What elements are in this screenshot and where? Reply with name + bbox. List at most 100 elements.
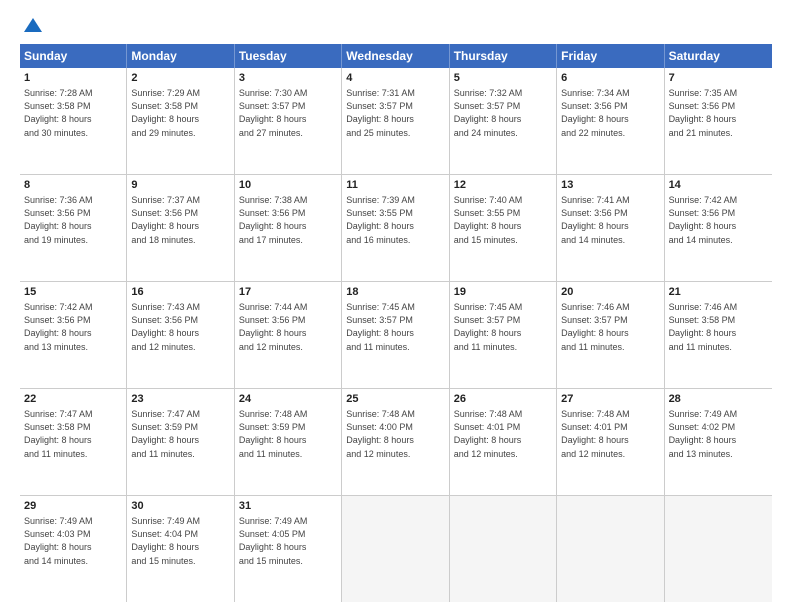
- day-number: 31: [239, 499, 337, 514]
- day-number: 26: [454, 392, 552, 407]
- day-number: 4: [346, 71, 444, 86]
- day-info: Sunrise: 7:48 AM Sunset: 4:01 PM Dayligh…: [561, 408, 659, 460]
- calendar-day-21: 21Sunrise: 7:46 AM Sunset: 3:58 PM Dayli…: [665, 282, 772, 388]
- day-number: 28: [669, 392, 768, 407]
- day-number: 18: [346, 285, 444, 300]
- calendar-day-10: 10Sunrise: 7:38 AM Sunset: 3:56 PM Dayli…: [235, 175, 342, 281]
- day-info: Sunrise: 7:35 AM Sunset: 3:56 PM Dayligh…: [669, 87, 768, 139]
- calendar-day-3: 3Sunrise: 7:30 AM Sunset: 3:57 PM Daylig…: [235, 68, 342, 174]
- day-number: 24: [239, 392, 337, 407]
- calendar-day-23: 23Sunrise: 7:47 AM Sunset: 3:59 PM Dayli…: [127, 389, 234, 495]
- day-number: 22: [24, 392, 122, 407]
- day-info: Sunrise: 7:49 AM Sunset: 4:05 PM Dayligh…: [239, 515, 337, 567]
- day-number: 7: [669, 71, 768, 86]
- day-info: Sunrise: 7:44 AM Sunset: 3:56 PM Dayligh…: [239, 301, 337, 353]
- day-number: 3: [239, 71, 337, 86]
- day-number: 2: [131, 71, 229, 86]
- day-info: Sunrise: 7:39 AM Sunset: 3:55 PM Dayligh…: [346, 194, 444, 246]
- calendar-day-19: 19Sunrise: 7:45 AM Sunset: 3:57 PM Dayli…: [450, 282, 557, 388]
- calendar-day-18: 18Sunrise: 7:45 AM Sunset: 3:57 PM Dayli…: [342, 282, 449, 388]
- day-number: 6: [561, 71, 659, 86]
- calendar-header: SundayMondayTuesdayWednesdayThursdayFrid…: [20, 44, 772, 68]
- calendar-day-30: 30Sunrise: 7:49 AM Sunset: 4:04 PM Dayli…: [127, 496, 234, 602]
- day-info: Sunrise: 7:45 AM Sunset: 3:57 PM Dayligh…: [454, 301, 552, 353]
- calendar-week-4: 22Sunrise: 7:47 AM Sunset: 3:58 PM Dayli…: [20, 389, 772, 496]
- day-info: Sunrise: 7:37 AM Sunset: 3:56 PM Dayligh…: [131, 194, 229, 246]
- calendar-day-22: 22Sunrise: 7:47 AM Sunset: 3:58 PM Dayli…: [20, 389, 127, 495]
- day-info: Sunrise: 7:46 AM Sunset: 3:57 PM Dayligh…: [561, 301, 659, 353]
- day-number: 1: [24, 71, 122, 86]
- day-number: 14: [669, 178, 768, 193]
- calendar-header-thursday: Thursday: [450, 44, 557, 68]
- calendar-day-13: 13Sunrise: 7:41 AM Sunset: 3:56 PM Dayli…: [557, 175, 664, 281]
- calendar-header-wednesday: Wednesday: [342, 44, 449, 68]
- day-info: Sunrise: 7:48 AM Sunset: 3:59 PM Dayligh…: [239, 408, 337, 460]
- calendar-day-27: 27Sunrise: 7:48 AM Sunset: 4:01 PM Dayli…: [557, 389, 664, 495]
- calendar-day-11: 11Sunrise: 7:39 AM Sunset: 3:55 PM Dayli…: [342, 175, 449, 281]
- calendar-day-empty: [557, 496, 664, 602]
- day-number: 23: [131, 392, 229, 407]
- calendar-header-saturday: Saturday: [665, 44, 772, 68]
- day-info: Sunrise: 7:28 AM Sunset: 3:58 PM Dayligh…: [24, 87, 122, 139]
- day-number: 9: [131, 178, 229, 193]
- calendar-day-16: 16Sunrise: 7:43 AM Sunset: 3:56 PM Dayli…: [127, 282, 234, 388]
- day-number: 29: [24, 499, 122, 514]
- calendar-day-24: 24Sunrise: 7:48 AM Sunset: 3:59 PM Dayli…: [235, 389, 342, 495]
- day-number: 21: [669, 285, 768, 300]
- day-info: Sunrise: 7:32 AM Sunset: 3:57 PM Dayligh…: [454, 87, 552, 139]
- day-info: Sunrise: 7:48 AM Sunset: 4:00 PM Dayligh…: [346, 408, 444, 460]
- calendar-header-monday: Monday: [127, 44, 234, 68]
- calendar-week-3: 15Sunrise: 7:42 AM Sunset: 3:56 PM Dayli…: [20, 282, 772, 389]
- day-number: 12: [454, 178, 552, 193]
- day-info: Sunrise: 7:49 AM Sunset: 4:04 PM Dayligh…: [131, 515, 229, 567]
- calendar-day-14: 14Sunrise: 7:42 AM Sunset: 3:56 PM Dayli…: [665, 175, 772, 281]
- calendar-week-5: 29Sunrise: 7:49 AM Sunset: 4:03 PM Dayli…: [20, 496, 772, 602]
- calendar-day-empty: [342, 496, 449, 602]
- day-number: 17: [239, 285, 337, 300]
- day-info: Sunrise: 7:43 AM Sunset: 3:56 PM Dayligh…: [131, 301, 229, 353]
- day-info: Sunrise: 7:36 AM Sunset: 3:56 PM Dayligh…: [24, 194, 122, 246]
- day-info: Sunrise: 7:42 AM Sunset: 3:56 PM Dayligh…: [24, 301, 122, 353]
- day-info: Sunrise: 7:31 AM Sunset: 3:57 PM Dayligh…: [346, 87, 444, 139]
- day-number: 20: [561, 285, 659, 300]
- calendar-day-empty: [665, 496, 772, 602]
- day-info: Sunrise: 7:48 AM Sunset: 4:01 PM Dayligh…: [454, 408, 552, 460]
- calendar-day-2: 2Sunrise: 7:29 AM Sunset: 3:58 PM Daylig…: [127, 68, 234, 174]
- calendar-day-1: 1Sunrise: 7:28 AM Sunset: 3:58 PM Daylig…: [20, 68, 127, 174]
- calendar-day-29: 29Sunrise: 7:49 AM Sunset: 4:03 PM Dayli…: [20, 496, 127, 602]
- day-number: 27: [561, 392, 659, 407]
- calendar-day-empty: [450, 496, 557, 602]
- day-info: Sunrise: 7:49 AM Sunset: 4:03 PM Dayligh…: [24, 515, 122, 567]
- day-number: 15: [24, 285, 122, 300]
- calendar-day-12: 12Sunrise: 7:40 AM Sunset: 3:55 PM Dayli…: [450, 175, 557, 281]
- day-info: Sunrise: 7:40 AM Sunset: 3:55 PM Dayligh…: [454, 194, 552, 246]
- calendar-header-tuesday: Tuesday: [235, 44, 342, 68]
- calendar-day-28: 28Sunrise: 7:49 AM Sunset: 4:02 PM Dayli…: [665, 389, 772, 495]
- logo-icon: [22, 14, 44, 36]
- day-number: 8: [24, 178, 122, 193]
- day-number: 19: [454, 285, 552, 300]
- calendar-header-friday: Friday: [557, 44, 664, 68]
- calendar-day-5: 5Sunrise: 7:32 AM Sunset: 3:57 PM Daylig…: [450, 68, 557, 174]
- header: [20, 18, 772, 36]
- calendar-day-26: 26Sunrise: 7:48 AM Sunset: 4:01 PM Dayli…: [450, 389, 557, 495]
- calendar-body: 1Sunrise: 7:28 AM Sunset: 3:58 PM Daylig…: [20, 68, 772, 602]
- day-info: Sunrise: 7:46 AM Sunset: 3:58 PM Dayligh…: [669, 301, 768, 353]
- day-number: 11: [346, 178, 444, 193]
- day-number: 30: [131, 499, 229, 514]
- calendar-day-15: 15Sunrise: 7:42 AM Sunset: 3:56 PM Dayli…: [20, 282, 127, 388]
- day-number: 5: [454, 71, 552, 86]
- day-info: Sunrise: 7:47 AM Sunset: 3:58 PM Dayligh…: [24, 408, 122, 460]
- calendar-day-25: 25Sunrise: 7:48 AM Sunset: 4:00 PM Dayli…: [342, 389, 449, 495]
- day-info: Sunrise: 7:30 AM Sunset: 3:57 PM Dayligh…: [239, 87, 337, 139]
- day-info: Sunrise: 7:49 AM Sunset: 4:02 PM Dayligh…: [669, 408, 768, 460]
- calendar-day-8: 8Sunrise: 7:36 AM Sunset: 3:56 PM Daylig…: [20, 175, 127, 281]
- day-info: Sunrise: 7:34 AM Sunset: 3:56 PM Dayligh…: [561, 87, 659, 139]
- calendar-day-20: 20Sunrise: 7:46 AM Sunset: 3:57 PM Dayli…: [557, 282, 664, 388]
- day-number: 25: [346, 392, 444, 407]
- calendar-day-9: 9Sunrise: 7:37 AM Sunset: 3:56 PM Daylig…: [127, 175, 234, 281]
- day-info: Sunrise: 7:45 AM Sunset: 3:57 PM Dayligh…: [346, 301, 444, 353]
- calendar-day-17: 17Sunrise: 7:44 AM Sunset: 3:56 PM Dayli…: [235, 282, 342, 388]
- day-info: Sunrise: 7:38 AM Sunset: 3:56 PM Dayligh…: [239, 194, 337, 246]
- day-number: 13: [561, 178, 659, 193]
